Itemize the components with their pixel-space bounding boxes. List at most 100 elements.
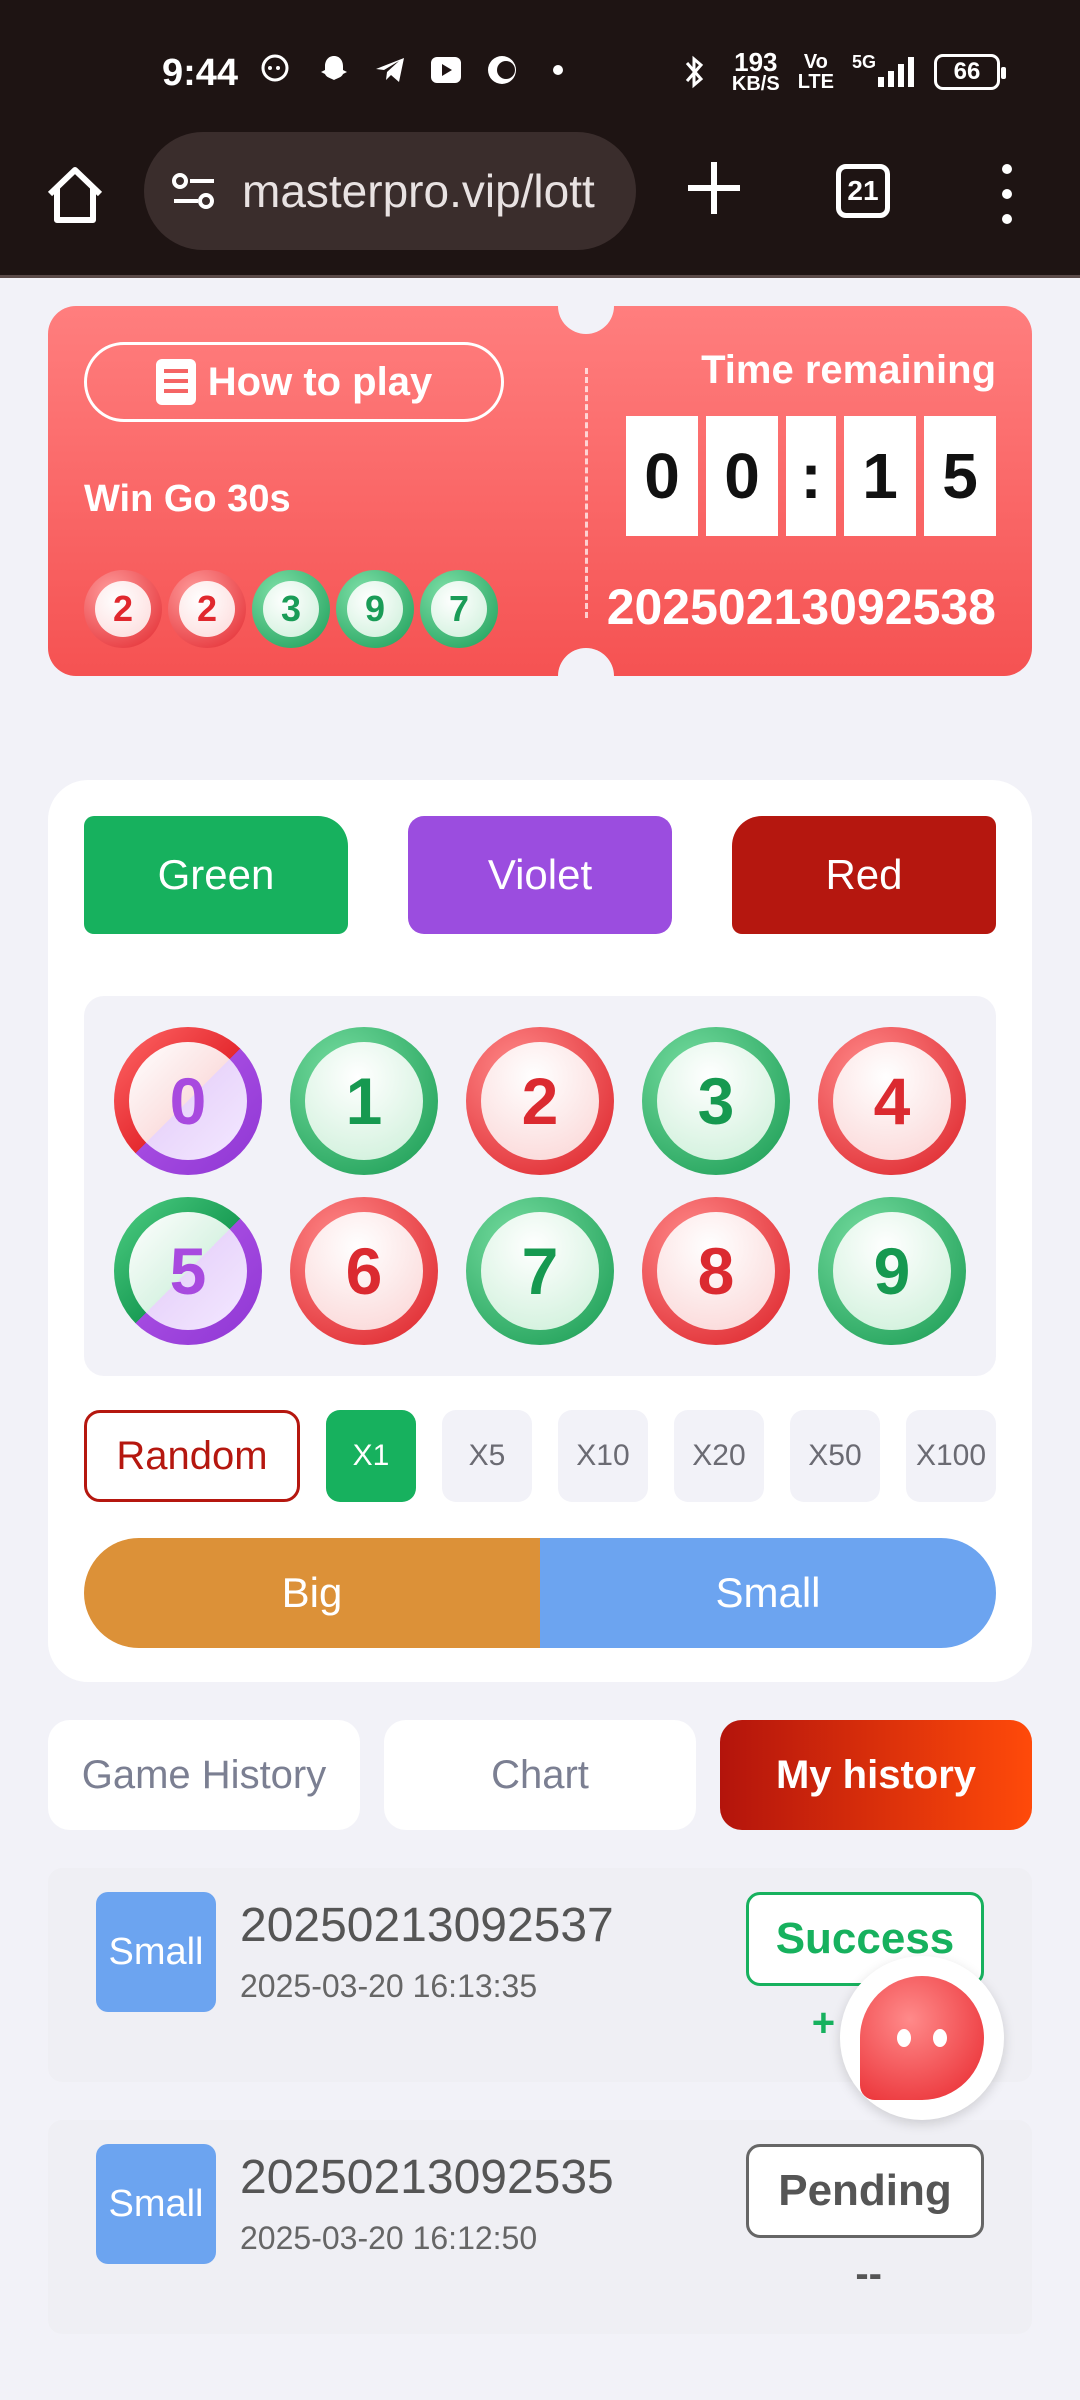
game-name: Win Go 30s	[84, 478, 291, 520]
history-tabs: Game History Chart My history	[48, 1720, 1032, 1830]
customer-service-button[interactable]	[840, 1956, 1004, 2120]
tab-chart[interactable]: Chart	[384, 1720, 696, 1830]
countdown-separator: :	[786, 416, 836, 536]
result-ball: 9	[336, 570, 414, 648]
small-button[interactable]: Small	[540, 1538, 996, 1648]
chat-eye-icon	[897, 2029, 911, 2047]
chat-notification-icon	[258, 50, 298, 90]
notification-icons	[258, 50, 578, 90]
number-ball-label: 5	[129, 1212, 247, 1330]
bet-size-badge: Small	[96, 2144, 216, 2264]
number-bet-grid: 01234 56789	[84, 996, 996, 1376]
rules-document-icon	[155, 359, 196, 405]
color-bet-buttons: Green Violet Red	[84, 816, 996, 934]
telegram-icon	[370, 50, 410, 90]
number-ball-1[interactable]: 1	[290, 1027, 438, 1175]
number-ball-2[interactable]: 2	[466, 1027, 614, 1175]
number-ball-6[interactable]: 6	[290, 1197, 438, 1345]
app-notification-icon	[482, 50, 522, 90]
number-ball-label: 8	[657, 1212, 775, 1330]
address-bar[interactable]: masterpro.vip/lott	[144, 132, 636, 250]
menu-dot-icon	[1002, 189, 1012, 199]
signal-icon: 5G	[852, 52, 916, 92]
tab-my-history[interactable]: My history	[720, 1720, 1032, 1830]
random-button[interactable]: Random	[84, 1410, 300, 1502]
number-ball-label: 7	[481, 1212, 599, 1330]
how-to-play-label: How to play	[207, 359, 433, 404]
violet-button[interactable]: Violet	[408, 816, 672, 934]
current-period-id: 20250213092538	[606, 579, 996, 635]
browser-toolbar: masterpro.vip/lott 21	[0, 130, 1080, 275]
game-header-card: How to play Win Go 30s 22397 Time remain…	[48, 278, 1032, 704]
toolbar-divider	[0, 275, 1080, 278]
multiplier-x1-button[interactable]: X1	[326, 1410, 416, 1502]
volte-indicator: Vo LTE	[798, 52, 834, 92]
result-ball: 3	[252, 570, 330, 648]
multiplier-x100-button[interactable]: X100	[906, 1410, 996, 1502]
history-row[interactable]: Small 20250213092535 2025-03-20 16:12:50…	[48, 2120, 1032, 2334]
more-notifications-dot-icon	[538, 50, 578, 90]
time-remaining-label: Time remaining	[701, 348, 996, 392]
snapchat-icon	[314, 50, 354, 90]
number-ball-7[interactable]: 7	[466, 1197, 614, 1345]
result-ball: 2	[84, 570, 162, 648]
multiplier-x10-button[interactable]: X10	[558, 1410, 648, 1502]
number-ball-3[interactable]: 3	[642, 1027, 790, 1175]
multiplier-x50-button[interactable]: X50	[790, 1410, 880, 1502]
multiplier-x5-button[interactable]: X5	[442, 1410, 532, 1502]
status-bar: 9:44 193 KB/S Vo LTE 5G 66	[0, 0, 1080, 130]
number-ball-5[interactable]: 5	[114, 1197, 262, 1345]
home-button[interactable]	[40, 160, 110, 230]
result-ball-number: 9	[347, 581, 403, 637]
multiplier-row: Random X1 X5 X10 X20 X50 X100	[84, 1410, 996, 1502]
big-button[interactable]: Big	[84, 1538, 540, 1648]
tab-switcher-button[interactable]: 21	[836, 164, 890, 218]
number-ball-8[interactable]: 8	[642, 1197, 790, 1345]
history-period: 20250213092537	[240, 1899, 614, 1952]
result-ball: 2	[168, 570, 246, 648]
number-ball-0[interactable]: 0	[114, 1027, 262, 1175]
history-datetime: 2025-03-20 16:13:35	[240, 1968, 538, 2004]
menu-dot-icon	[1002, 164, 1012, 174]
how-to-play-button[interactable]: How to play	[84, 342, 504, 422]
countdown-digit: 0	[626, 416, 698, 536]
system-status-icons: 193 KB/S Vo LTE 5G 66	[674, 47, 1006, 95]
result-ball-number: 2	[95, 581, 151, 637]
speed-value: 193	[734, 47, 778, 77]
new-tab-button[interactable]	[684, 158, 744, 218]
volte-vo: Vo	[803, 51, 828, 73]
number-ball-label: 3	[657, 1042, 775, 1160]
youtube-icon	[426, 50, 466, 90]
big-small-selector: Big Small	[84, 1538, 996, 1648]
number-ball-label: 2	[481, 1042, 599, 1160]
chat-eye-icon	[933, 2029, 947, 2047]
number-ball-9[interactable]: 9	[818, 1197, 966, 1345]
multiplier-x20-button[interactable]: X20	[674, 1410, 764, 1502]
status-badge: Pending	[746, 2144, 984, 2238]
volte-lte: LTE	[797, 71, 834, 93]
chat-bubble-icon	[860, 1976, 984, 2100]
number-ball-label: 4	[833, 1042, 951, 1160]
ticket-dashed-divider	[585, 368, 588, 618]
history-period: 20250213092535	[240, 2151, 614, 2204]
network-type-label: 5G	[852, 52, 877, 72]
win-amount: --	[855, 2252, 882, 2296]
betting-panel: Green Violet Red 01234 56789 Random X1 X5 X10…	[48, 780, 1032, 1682]
number-ball-label: 1	[305, 1042, 423, 1160]
more-menu-button[interactable]	[990, 164, 1024, 224]
number-ball-label: 0	[129, 1042, 247, 1160]
bluetooth-icon	[674, 52, 714, 92]
site-settings-icon	[172, 173, 214, 209]
home-icon	[47, 167, 103, 223]
number-ball-label: 6	[305, 1212, 423, 1330]
number-ball-label: 9	[833, 1212, 951, 1330]
green-button[interactable]: Green	[84, 816, 348, 934]
speed-unit: KB/S	[731, 73, 780, 95]
countdown-digit: 1	[844, 416, 916, 536]
tab-game-history[interactable]: Game History	[48, 1720, 360, 1830]
history-datetime: 2025-03-20 16:12:50	[240, 2220, 538, 2256]
red-button[interactable]: Red	[732, 816, 996, 934]
recent-results: 22397	[84, 570, 498, 648]
countdown-timer: 00:15	[626, 416, 996, 536]
number-ball-4[interactable]: 4	[818, 1027, 966, 1175]
